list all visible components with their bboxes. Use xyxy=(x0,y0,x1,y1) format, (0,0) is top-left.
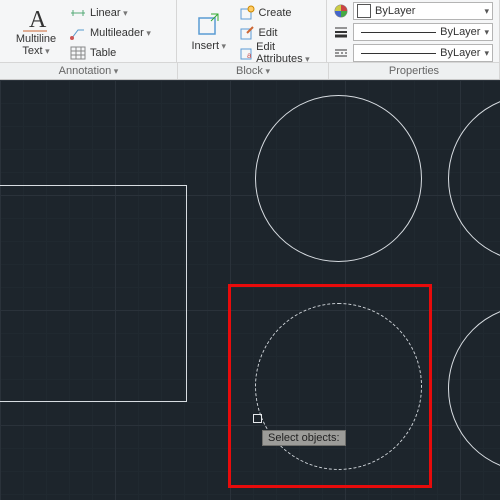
tab-properties[interactable]: Properties xyxy=(329,63,500,79)
linetype-preview-icon xyxy=(361,53,436,54)
drawing-canvas[interactable]: Select objects: xyxy=(0,80,500,500)
linetype-icon xyxy=(333,45,349,61)
create-label: Create xyxy=(259,7,292,19)
multiline-text-label: Multiline Text xyxy=(6,33,66,57)
edit-attributes-icon: a xyxy=(239,45,253,61)
insert-label: Insert xyxy=(191,40,226,52)
table-label: Table xyxy=(90,47,116,59)
color-combo[interactable]: ByLayer xyxy=(353,2,493,20)
multileader-label: Multileader xyxy=(90,27,151,39)
lineweight-preview-icon xyxy=(361,32,436,33)
svg-text:a: a xyxy=(247,51,252,60)
edit-block-icon xyxy=(239,25,255,41)
tab-block[interactable]: Block xyxy=(178,63,329,79)
circle-shape-top[interactable] xyxy=(255,95,422,262)
edit-label: Edit xyxy=(259,27,278,39)
linetype-combo[interactable]: ByLayer xyxy=(353,44,493,62)
edit-attributes-label: Edit Attributes xyxy=(256,41,320,65)
multiline-text-button[interactable]: A Multiline Text xyxy=(6,2,66,60)
color-wheel-icon xyxy=(333,3,349,19)
command-tooltip: Select objects: xyxy=(262,430,346,446)
pick-cursor-icon xyxy=(253,414,262,423)
insert-button[interactable]: Insert xyxy=(183,2,235,60)
lineweight-value: ByLayer xyxy=(440,26,480,38)
tab-annotation[interactable]: Annotation xyxy=(0,63,178,79)
table-button[interactable]: Table xyxy=(70,44,151,62)
edit-attributes-button[interactable]: a Edit Attributes xyxy=(239,44,320,62)
linear-dimension-icon xyxy=(70,5,86,21)
linetype-value: ByLayer xyxy=(440,47,480,59)
create-block-icon xyxy=(239,5,255,21)
insert-icon xyxy=(194,10,224,40)
multiline-text-icon: A xyxy=(21,5,51,33)
multileader-button[interactable]: Multileader xyxy=(70,24,151,42)
linear-button[interactable]: Linear xyxy=(70,4,151,22)
lineweight-combo[interactable]: ByLayer xyxy=(353,23,493,41)
linear-label: Linear xyxy=(90,7,128,19)
color-value: ByLayer xyxy=(375,5,415,17)
table-icon xyxy=(70,45,86,61)
multileader-icon xyxy=(70,25,86,41)
lineweight-icon xyxy=(333,24,349,40)
rectangle-shape[interactable] xyxy=(0,185,187,402)
edit-button[interactable]: Edit xyxy=(239,24,320,42)
svg-text:A: A xyxy=(29,7,47,33)
create-button[interactable]: Create xyxy=(239,4,320,22)
color-swatch-icon xyxy=(357,4,371,18)
